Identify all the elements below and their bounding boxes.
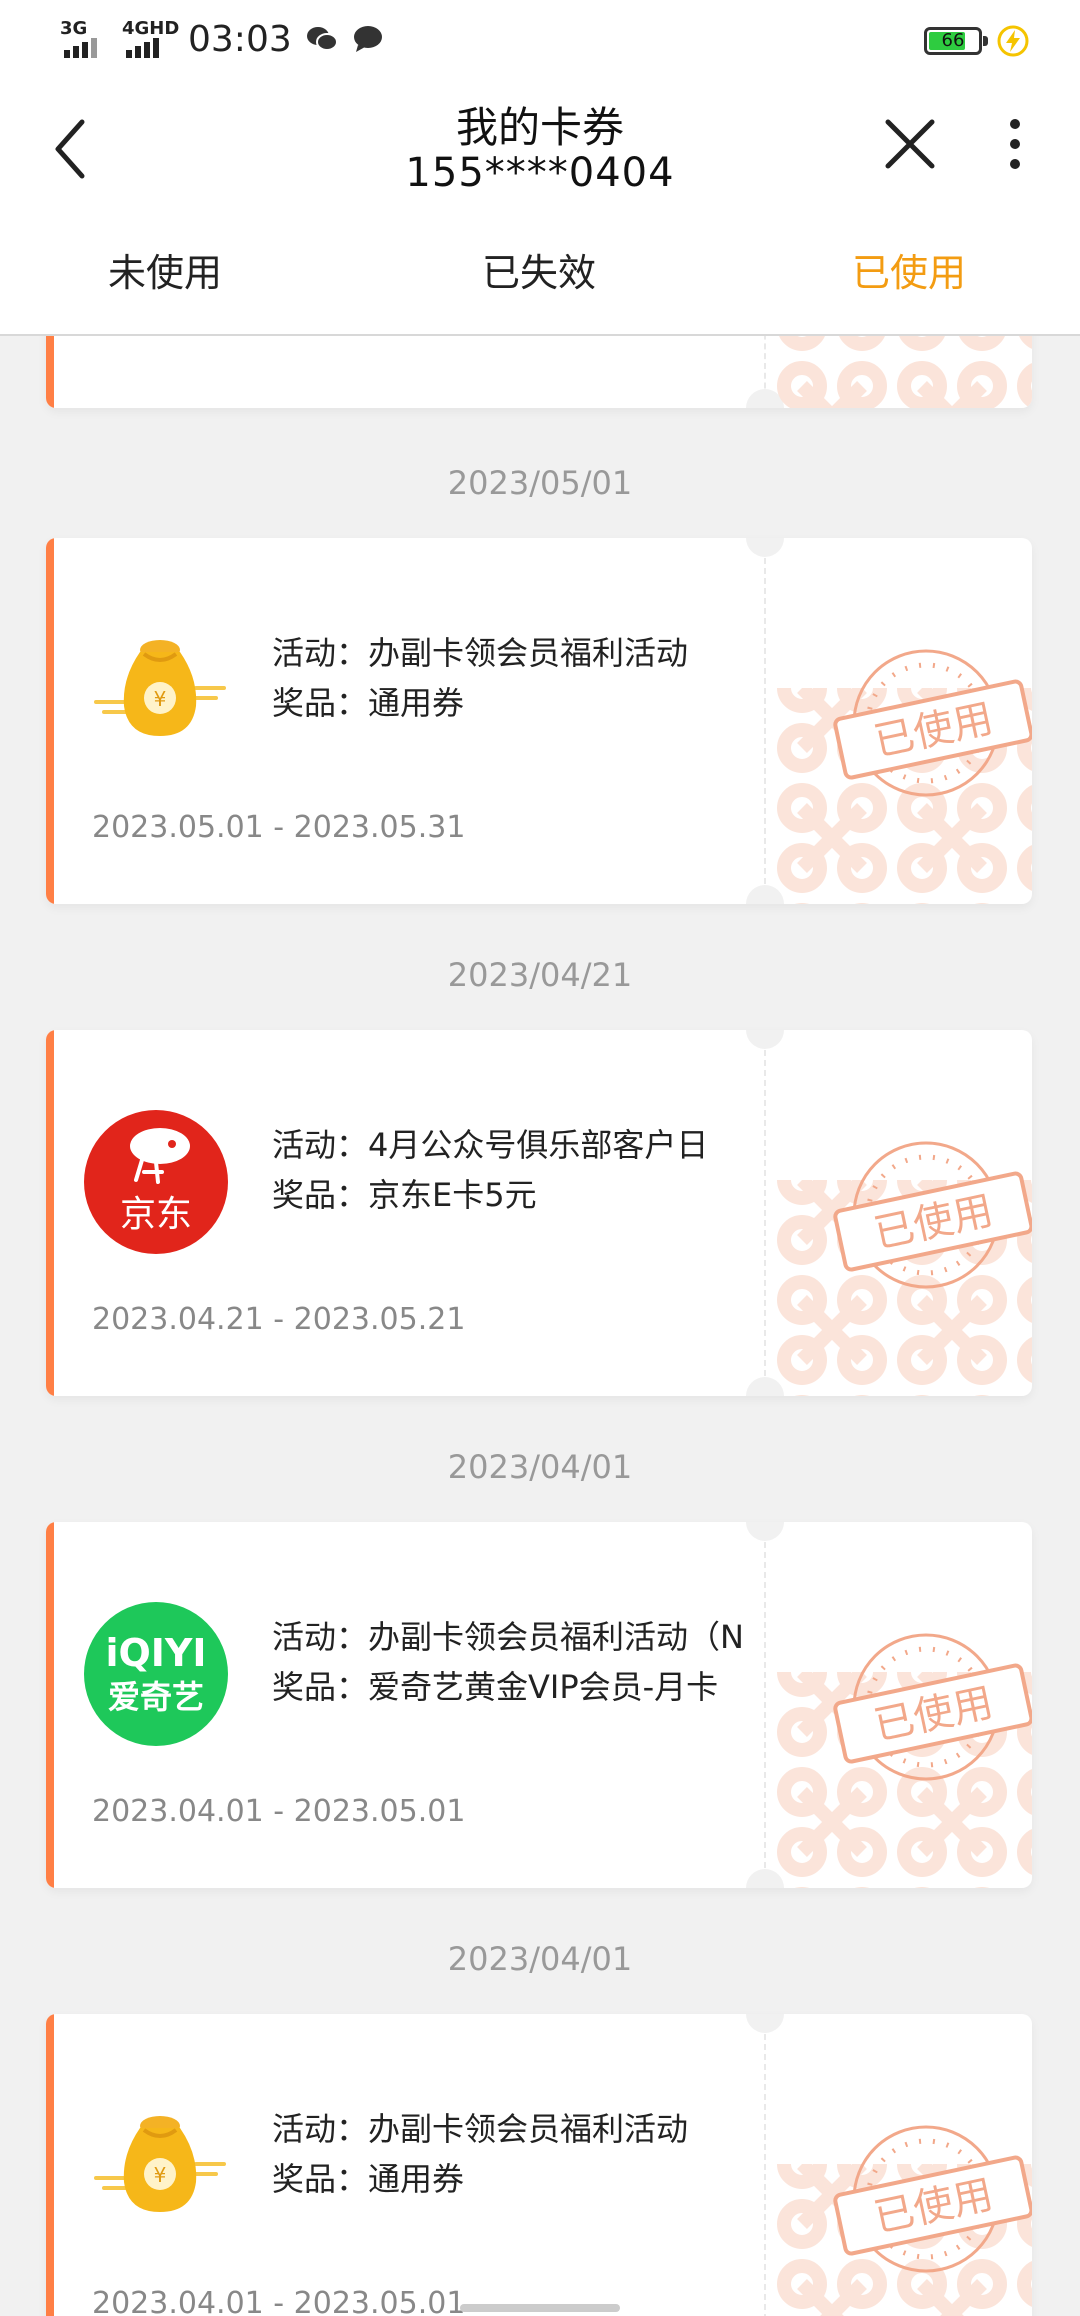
tab-unused[interactable]: 未使用: [108, 242, 222, 297]
coupon-valid-range: 2023.04.01 - 2023.05.01: [92, 2286, 466, 2316]
coupon-date: 2023/04/21: [447, 956, 633, 994]
coupon-date: 2023/04/01: [447, 1448, 633, 1486]
coupon-info: 活动：4月公众号俱乐部客户日 奖品：京东E卡5元: [272, 1120, 792, 1220]
coupon-date: 2023/05/01: [447, 464, 633, 502]
used-stamp-icon: 已使用: [833, 1633, 1032, 1781]
card-accent-bar: [46, 2014, 54, 2316]
coupon-info: 活动：办副卡领会员福利活动 奖品：通用券: [272, 2104, 792, 2204]
coupon-prize: 奖品：通用券: [272, 684, 465, 722]
coupon-card[interactable]: 京东 活动：4月公众号俱乐部客户日 奖品：京东E卡5元 2023.04.21 -…: [46, 1030, 1032, 1396]
status-bar: 3G 4GHD 03:03 66: [0, 0, 1080, 84]
message-icon: [353, 26, 382, 52]
used-stamp-icon: 已使用: [833, 649, 1032, 797]
svg-text:¥: ¥: [154, 687, 167, 711]
more-menu-icon[interactable]: [1000, 114, 1030, 174]
coupon-activity: 活动：办副卡领会员福利活动: [272, 2110, 689, 2148]
coupon-activity: 活动：办副卡领会员福利活动（N: [272, 1618, 744, 1656]
coupon-card[interactable]: ¥ 活动：办副卡领会员福利活动 奖品：通用券 2023.04.01 - 2023…: [46, 2014, 1032, 2316]
jd-logo-icon: 京东: [84, 1110, 228, 1254]
home-indicator[interactable]: [460, 2304, 620, 2312]
coupon-valid-range: 2023.05.01 - 2023.05.31: [92, 810, 466, 845]
nav-header: 我的卡券 155****0404: [0, 84, 1080, 214]
tab-expired[interactable]: 已失效: [482, 242, 596, 297]
coupon-prize: 奖品：爱奇艺黄金VIP会员-月卡: [272, 1668, 719, 1706]
coupon-info: 活动：办副卡领会员福利活动（N 奖品：爱奇艺黄金VIP会员-月卡: [272, 1612, 792, 1712]
knot-pattern: [772, 336, 1032, 408]
charging-icon: [997, 25, 1029, 57]
coupon-valid-range: 2023.04.21 - 2023.05.21: [92, 1302, 466, 1337]
tab-bar: 未使用 已失效 已使用: [0, 214, 1080, 336]
coupon-activity: 活动：办副卡领会员福利活动: [272, 634, 689, 672]
signal-3g-icon: 3G: [60, 18, 108, 60]
status-time: 03:03: [188, 18, 292, 60]
money-bag-icon: ¥: [94, 640, 226, 736]
coupon-list[interactable]: 2023/05/01 ¥ 活动：办副卡领会员福利活动 奖品：通用券 2023.0…: [0, 336, 1080, 2316]
coupon-prize: 奖品：京东E卡5元: [272, 1176, 537, 1214]
battery-icon: 66: [924, 27, 988, 55]
coupon-prize: 奖品：通用券: [272, 2160, 465, 2198]
card-accent-bar: [46, 538, 54, 904]
used-stamp-icon: 已使用: [833, 1141, 1032, 1289]
status-left: 3G 4GHD 03:03: [60, 18, 384, 60]
coupon-card[interactable]: iQIYI 爱奇艺 活动：办副卡领会员福利活动（N 奖品：爱奇艺黄金VIP会员-…: [46, 1522, 1032, 1888]
close-icon[interactable]: [880, 114, 940, 174]
status-right: 66: [924, 24, 1030, 58]
svg-text:¥: ¥: [154, 2163, 167, 2187]
money-bag-icon: ¥: [94, 2116, 226, 2212]
card-accent-bar: [46, 1522, 54, 1888]
iqiyi-logo-icon: iQIYI 爱奇艺: [84, 1602, 228, 1746]
coupon-info: 活动：办副卡领会员福利活动 奖品：通用券: [272, 628, 792, 728]
used-stamp-icon: 已使用: [833, 2125, 1032, 2273]
wechat-icon: [306, 27, 338, 51]
svg-text:京东: 京东: [120, 1194, 192, 1235]
svg-text:爱奇艺: 爱奇艺: [108, 1678, 204, 1716]
svg-text:iQIYI: iQIYI: [105, 1631, 206, 1675]
card-accent-bar: [46, 1030, 54, 1396]
coupon-activity: 活动：4月公众号俱乐部客户日: [272, 1126, 709, 1164]
coupon-card[interactable]: [46, 336, 1032, 408]
coupon-card[interactable]: ¥ 活动：办副卡领会员福利活动 奖品：通用券 2023.05.01 - 2023…: [46, 538, 1032, 904]
signal-4g-icon: 4GHD: [122, 18, 179, 60]
coupon-date: 2023/04/01: [447, 1940, 633, 1978]
tab-used[interactable]: 已使用: [852, 242, 966, 297]
coupon-valid-range: 2023.04.01 - 2023.05.01: [92, 1794, 466, 1829]
